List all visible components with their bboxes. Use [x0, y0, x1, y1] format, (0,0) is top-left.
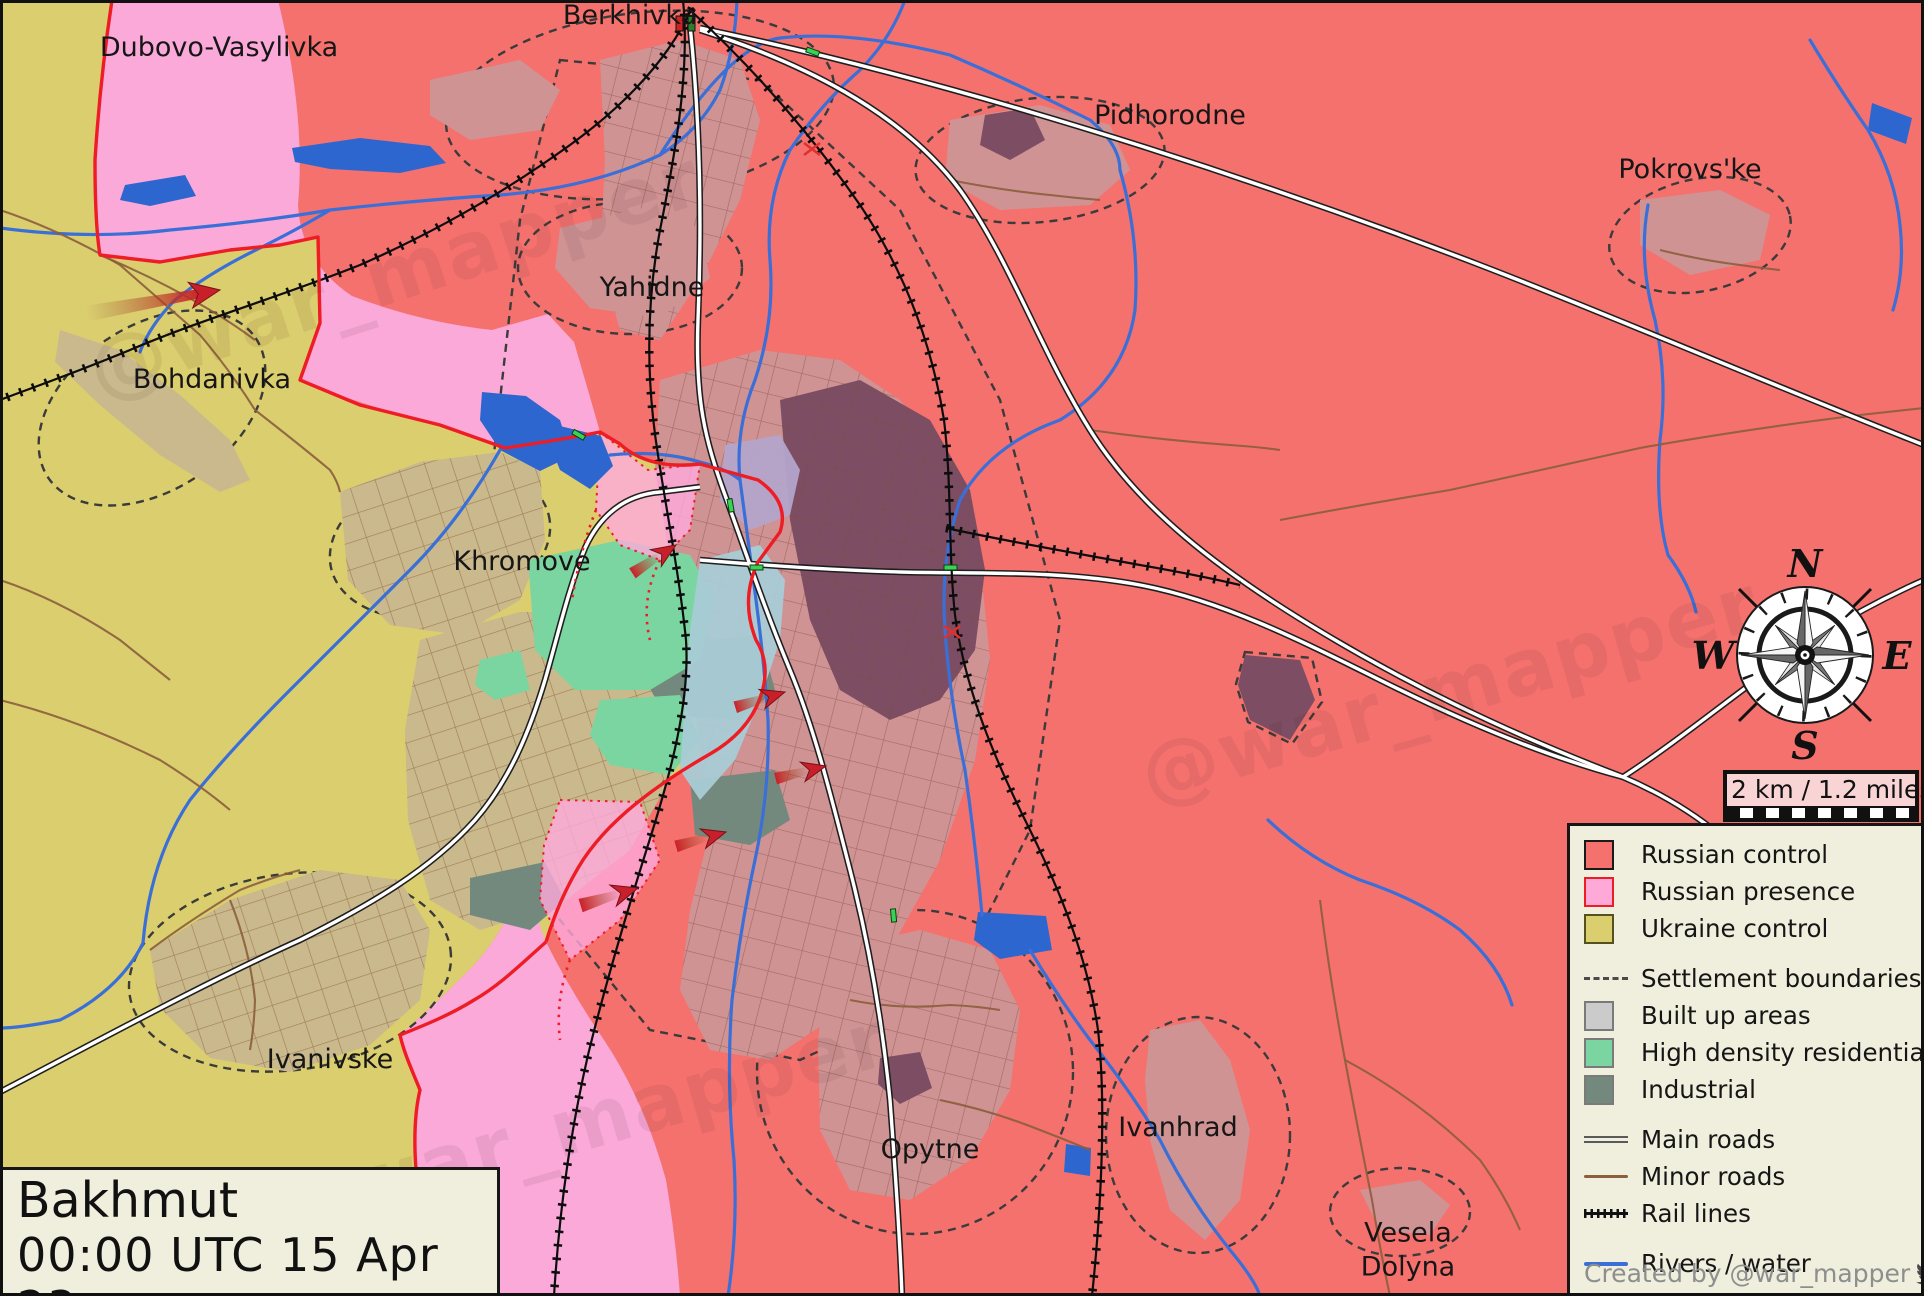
legend-item-main-roads: Main roads	[1584, 1123, 1915, 1156]
compass-e: E	[1882, 633, 1913, 678]
legend-item-rail-lines: Rail lines	[1584, 1197, 1915, 1230]
place-label-ivanivske: Ivanivske	[267, 1043, 393, 1077]
ukraine-control-icon	[1584, 914, 1630, 944]
legend-item-minor-roads: Minor roads	[1584, 1160, 1915, 1193]
legend-label: Rail lines	[1641, 1199, 1751, 1228]
legend-label: High density residential	[1641, 1038, 1924, 1067]
high-density-residential-icon	[1584, 1038, 1630, 1068]
legend-group-areas: Settlement boundaries Built up areas High …	[1584, 962, 1915, 1106]
legend-item-settlement-boundaries: Settlement boundaries	[1584, 962, 1915, 995]
legend-group-lines: Main roads Minor roads Rail lines	[1584, 1123, 1915, 1230]
legend-label: Russian control	[1641, 840, 1828, 869]
legend-label: Built up areas	[1641, 1001, 1811, 1030]
war-map-bakhmut: N E S W @war_mapper @war_mapper @war_map…	[0, 0, 1924, 1296]
place-label-khromove: Khromove	[453, 545, 590, 579]
legend-label: Main roads	[1641, 1125, 1775, 1154]
legend-groups: Russian control Russian presence Ukraine c…	[1584, 838, 1915, 1280]
legend-label: Ukraine control	[1641, 914, 1828, 943]
place-label-berkhivka: Berkhivka	[563, 0, 697, 33]
legend-item-industrial: Industrial	[1584, 1073, 1915, 1106]
map-legend: Russian control Russian presence Ukraine c…	[1567, 823, 1924, 1296]
place-label-yahidne: Yahidne	[600, 271, 705, 305]
scale-bar: 2 km / 1.2 miles	[1723, 770, 1919, 822]
compass-s: S	[1791, 723, 1818, 768]
scale-dashes	[1727, 806, 1915, 818]
legend-item-high-density-residential: High density residential	[1584, 1036, 1915, 1069]
legend-item-russian-control: Russian control	[1584, 838, 1915, 871]
legend-item-russian-presence: Russian presence	[1584, 875, 1915, 908]
twitter-bird-icon	[1916, 1260, 1924, 1287]
minor-roads-icon	[1584, 1175, 1630, 1179]
place-label-dubovo-vasylivka: Dubovo-Vasylivka	[100, 31, 338, 65]
russian-presence-icon	[1584, 877, 1630, 907]
map-timestamp: 00:00 UTC 15 Apr 23	[17, 1229, 497, 1296]
rail-lines-icon	[1584, 1209, 1630, 1218]
scale-label: 2 km / 1.2 miles	[1727, 774, 1915, 806]
legend-label: Industrial	[1641, 1075, 1756, 1104]
title-box: Bakhmut 00:00 UTC 15 Apr 23	[0, 1167, 500, 1296]
built-up-areas-icon	[1584, 1001, 1630, 1031]
map-title: Bakhmut	[17, 1174, 497, 1229]
main-roads-icon	[1584, 1136, 1630, 1143]
place-label-pidhorodne: Pidhorodne	[1094, 99, 1246, 133]
place-label-ivanhrad: Ivanhrad	[1118, 1111, 1238, 1145]
legend-item-built-up-areas: Built up areas	[1584, 999, 1915, 1032]
industrial-icon	[1584, 1075, 1630, 1105]
legend-label: Settlement boundaries	[1641, 964, 1921, 993]
settlement-boundaries-icon	[1584, 977, 1630, 980]
place-label-opytne: Opytne	[881, 1133, 980, 1167]
place-label-vesela-dolyna: Vesela Dolyna	[1361, 1216, 1455, 1284]
place-label-bohdanivka: Bohdanivka	[133, 363, 291, 397]
place-label-pokrovs-ke: Pokrovs'ke	[1618, 153, 1761, 187]
russian-control-icon	[1584, 840, 1630, 870]
compass-n: N	[1787, 541, 1824, 586]
legend-label: Russian presence	[1641, 877, 1855, 906]
legend-item-ukraine-control: Ukraine control	[1584, 912, 1915, 945]
map-credit: Created by @war_mapper	[1584, 1259, 1913, 1288]
legend-label: Minor roads	[1641, 1162, 1785, 1191]
credit-text: Created by @war_mapper	[1584, 1259, 1910, 1288]
legend-group-control: Russian control Russian presence Ukraine c…	[1584, 838, 1915, 945]
